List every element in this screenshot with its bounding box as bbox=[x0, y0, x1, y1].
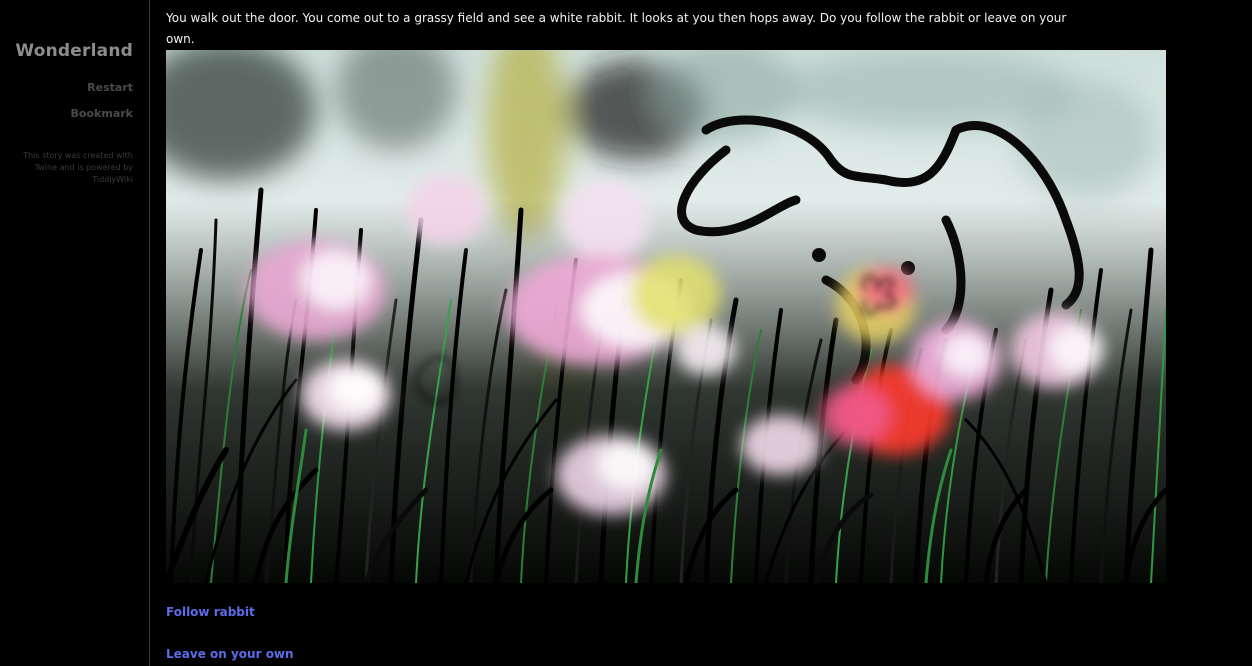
sidebar: Wonderland Restart Bookmark This story w… bbox=[0, 0, 150, 666]
story-title: Wonderland bbox=[15, 41, 133, 61]
bookmark-link[interactable]: Bookmark bbox=[71, 107, 133, 120]
credits-text: This story was created with Twine and is… bbox=[23, 151, 133, 184]
choice-leave-on-your-own[interactable]: Leave on your own bbox=[166, 647, 294, 661]
passage: You walk out the door. You come out to a… bbox=[166, 0, 1176, 661]
choice-follow-rabbit[interactable]: Follow rabbit bbox=[166, 605, 255, 619]
passage-text: You walk out the door. You come out to a… bbox=[166, 11, 1067, 46]
scene-illustration bbox=[166, 50, 1166, 583]
restart-link[interactable]: Restart bbox=[87, 81, 133, 94]
